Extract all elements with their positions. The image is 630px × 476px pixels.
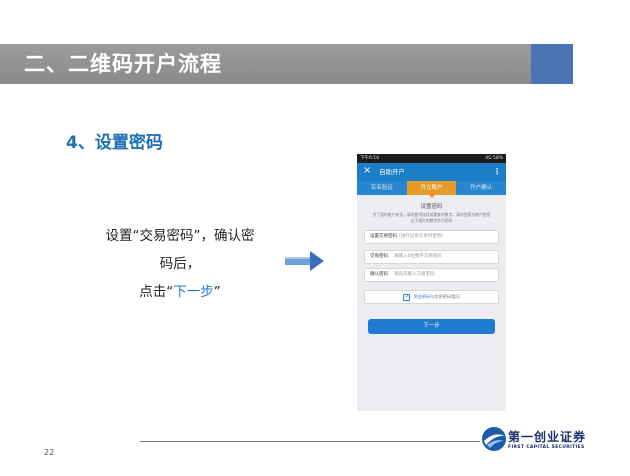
close-icon[interactable]: × — [363, 165, 371, 177]
section-title: 设置密码 — [420, 204, 443, 210]
confirm-password-input[interactable]: 请再次输入交易密码 — [394, 272, 435, 277]
set-trade-password-label: 设置交易密码 — [370, 234, 397, 239]
step-tabs: 实名验证 开立账户 开户确认 — [357, 181, 506, 198]
checkbox-checked-icon[interactable]: ✓ — [403, 293, 411, 301]
footer-divider — [140, 441, 480, 442]
title-banner-accent — [531, 44, 573, 84]
instruction-prefix: 点击“ — [139, 284, 174, 300]
slide-title: 二、二维码开户流程 — [24, 52, 222, 76]
phone-screenshot: 下午6:16 4G 58% × 自助开户 ⋮ 实名验证 开立账户 开户确认 设置… — [357, 154, 506, 411]
confirm-password-field[interactable]: 确认密码 请再次输入交易密码 — [364, 268, 499, 282]
company-logo-icon — [482, 427, 506, 451]
app-bar: × 自助开户 ⋮ — [357, 163, 506, 181]
more-menu-icon[interactable]: ⋮ — [493, 163, 501, 181]
same-password-checkbox-row[interactable]: ✓ 资金密码与交易密码相同 — [364, 290, 499, 304]
security-note: 为了您的账户安全，请勿使用连续或重复的数字，请勿使用与账户信息过于相近的数字作为… — [372, 212, 491, 223]
tab-confirm[interactable]: 开户确认 — [456, 181, 506, 195]
arrow-right-icon — [285, 251, 324, 271]
instruction-next-link: 下一步 — [173, 284, 214, 300]
page-number: 22 — [44, 448, 55, 457]
set-trade-password-row: 设置交易密码 (进行证券交易时使用) — [364, 230, 499, 244]
instruction-suffix: ” — [213, 284, 221, 300]
checkbox-label-rest: 与交易密码相同 — [430, 294, 460, 299]
step-heading: 4、设置密码 — [66, 133, 163, 153]
company-name-cn: 第一创业证券 — [508, 430, 587, 444]
trade-password-label: 交易密码 — [370, 254, 388, 259]
trade-password-input[interactable]: 请输入6位数字交易密码 — [394, 254, 442, 259]
checkbox-label-link: 资金密码 — [413, 294, 431, 299]
app-title: 自助开户 — [379, 168, 405, 176]
instruction-line-2: 码后， — [159, 256, 201, 272]
trade-password-field[interactable]: 交易密码 请输入6位数字交易密码 — [364, 250, 499, 264]
status-indicators: 4G 58% — [485, 156, 503, 161]
status-time: 下午6:16 — [360, 156, 380, 161]
status-bar: 下午6:16 4G 58% — [357, 154, 506, 163]
tab-verify[interactable]: 实名验证 — [357, 181, 407, 195]
instruction-text: 设置“交易密码”，确认密 码后， 点击“下一步” — [80, 222, 280, 306]
instruction-line-1: 设置“交易密码”，确认密 — [105, 228, 255, 244]
confirm-password-label: 确认密码 — [370, 272, 388, 277]
company-name-en: FIRST CAPITAL SECURITIES — [508, 445, 585, 450]
next-step-button[interactable]: 下一步 — [368, 319, 495, 334]
set-trade-password-hint: (进行证券交易时使用) — [399, 234, 444, 239]
tab-open-account[interactable]: 开立账户 — [406, 181, 457, 198]
instruction-line-3: 点击“下一步” — [80, 278, 280, 306]
